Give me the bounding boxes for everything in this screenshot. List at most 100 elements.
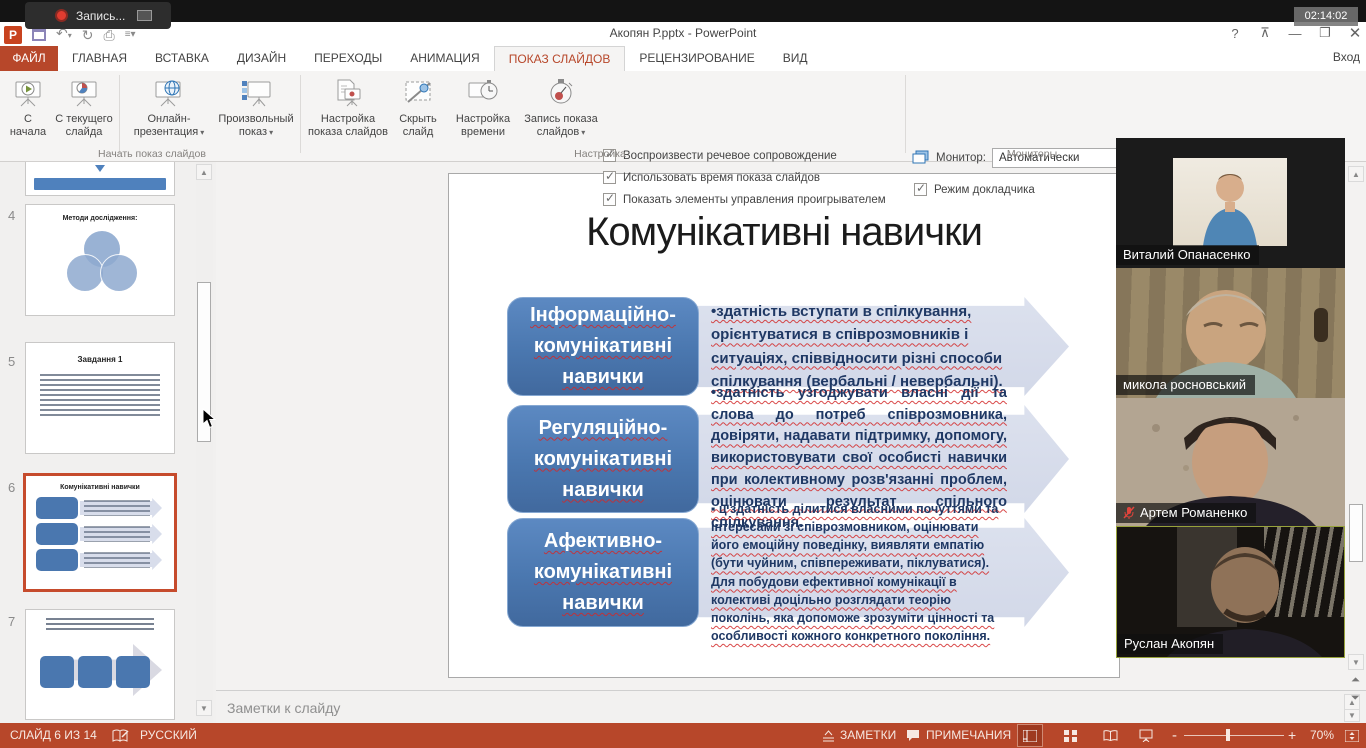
- thumbnail-slide-6-selected[interactable]: Комунікативні навички: [23, 473, 177, 592]
- record-dot-icon: [55, 9, 68, 22]
- smartart-box[interactable]: Афективно-комунікативні навички: [507, 518, 699, 627]
- stopwatch-record-icon: [545, 75, 577, 109]
- smartart-box[interactable]: Регуляційно-комунікативні навички: [507, 405, 699, 513]
- participant-tile[interactable]: Артем Романенко: [1116, 398, 1345, 526]
- custom-slideshow-button[interactable]: Произвольный показ: [214, 75, 298, 151]
- checkbox-play-narrations[interactable]: Воспроизвести речевое сопровождение: [603, 149, 837, 162]
- checkbox-icon: [914, 183, 927, 196]
- ribbon-options-icon[interactable]: ⊼: [1258, 25, 1272, 41]
- recording-indicator[interactable]: Запись...: [25, 2, 171, 29]
- box-label: Афективно-комунікативні навички: [518, 526, 688, 619]
- slide-counter[interactable]: СЛАЙД 6 ИЗ 14: [10, 723, 97, 748]
- participant-tile[interactable]: Виталий Опанасенко: [1116, 138, 1345, 268]
- slide-row-2: Регуляційно-комунікативні навички •здатн…: [507, 405, 1069, 513]
- page-monitor-icon: [332, 75, 364, 109]
- slide-thumbnail-panel: 4 Методи дослідження: 5 Завдання 1 6 Ком…: [0, 162, 216, 723]
- tab-view[interactable]: ВИД: [769, 46, 822, 71]
- comments-toggle-label[interactable]: ПРИМЕЧАНИЯ: [926, 723, 1011, 748]
- arrow-text[interactable]: •здатність узгоджувати власні дії та сло…: [711, 405, 1007, 513]
- participant-tile[interactable]: микола росновський: [1116, 268, 1345, 398]
- group-label-setup: Настройка: [574, 148, 626, 160]
- zoom-level[interactable]: 70%: [1310, 723, 1334, 748]
- box-label: Регуляційно-комунікативні навички: [518, 413, 688, 506]
- reading-view-button[interactable]: [1098, 725, 1122, 746]
- slide-row-1: Інформаційно-комунікативні навички •здат…: [507, 297, 1069, 396]
- language-indicator[interactable]: РУССКИЙ: [140, 723, 197, 748]
- window-controls: ? ⊼ — ❐ ✕: [1228, 24, 1362, 42]
- thumbnail-slide-5[interactable]: Завдання 1: [25, 342, 175, 454]
- spellcheck-icon[interactable]: [112, 723, 130, 748]
- box-label: Інформаційно-комунікативні навички: [518, 300, 688, 393]
- monitor-label: Монитор:: [936, 152, 986, 164]
- ribbon-separator: [905, 75, 906, 153]
- checkbox-use-timings[interactable]: Использовать время показа слайдов: [603, 171, 820, 184]
- comments-toggle[interactable]: [906, 723, 920, 748]
- rehearse-timings-button[interactable]: Настройка времени: [446, 75, 520, 151]
- thumbnail-number: 7: [8, 614, 15, 629]
- zoom-in-icon[interactable]: +: [1288, 723, 1296, 748]
- tab-transitions[interactable]: ПЕРЕХОДЫ: [300, 46, 396, 71]
- smartart-box[interactable]: Інформаційно-комунікативні навички: [507, 297, 699, 396]
- scroll-up-icon[interactable]: ▲: [196, 164, 212, 180]
- recording-label: Запись...: [76, 9, 125, 23]
- restore-icon[interactable]: ❐: [1318, 25, 1332, 41]
- thumbnail-number: 6: [8, 480, 15, 495]
- muted-mic-icon: [1123, 506, 1135, 520]
- thumbnail-title: Комунікативні навички: [26, 484, 174, 491]
- tab-insert[interactable]: ВСТАВКА: [141, 46, 223, 71]
- checkbox-presenter-view[interactable]: Режим докладчика: [914, 183, 1035, 196]
- hide-slide-button[interactable]: Скрыть слайд: [393, 75, 443, 151]
- slideshow-view-button[interactable]: [1134, 725, 1158, 746]
- meeting-timer: 02:14:02: [1294, 7, 1358, 26]
- editor-scrollbar[interactable]: ▲ ▼ ⏶ ⏷: [1348, 166, 1365, 723]
- participant-tile-active-speaker[interactable]: Руслан Акопян: [1116, 526, 1345, 658]
- tab-review[interactable]: РЕЦЕНЗИРОВАНИЕ: [625, 46, 768, 71]
- meeting-video-panel: Виталий Опанасенко микола росновський Ар…: [1116, 138, 1345, 658]
- close-icon[interactable]: ✕: [1348, 24, 1362, 42]
- scroll-down-icon[interactable]: ▼: [196, 700, 212, 716]
- arrow-text[interactable]: ▪ ц здатність ділитися власними почуттям…: [711, 518, 1007, 627]
- present-online-button[interactable]: Онлайн- презентация: [124, 75, 214, 151]
- thumbnail-scrollbar[interactable]: ▲ ▼: [196, 162, 213, 723]
- notes-pane[interactable]: Заметки к слайду ▲ ▼: [216, 690, 1366, 723]
- record-slideshow-button[interactable]: Запись показа слайдов: [521, 75, 601, 151]
- sign-in-link[interactable]: Вход: [1333, 50, 1360, 64]
- zoom-slider-track[interactable]: [1184, 735, 1284, 736]
- tab-file[interactable]: ФАЙЛ: [0, 46, 58, 71]
- thumbnail-number: 4: [8, 208, 15, 223]
- tab-home[interactable]: ГЛАВНАЯ: [58, 46, 141, 71]
- from-beginning-button[interactable]: С начала: [6, 75, 50, 151]
- minimize-icon[interactable]: —: [1288, 26, 1302, 41]
- participant-name: Виталий Опанасенко: [1116, 245, 1259, 265]
- scroll-down-icon[interactable]: ▼: [1348, 654, 1364, 670]
- slide-canvas[interactable]: Комунікативні навички Інформаційно-комун…: [448, 173, 1120, 678]
- help-icon[interactable]: ?: [1228, 26, 1242, 41]
- ribbon-separator: [300, 75, 301, 153]
- save-icon[interactable]: [32, 28, 46, 41]
- checkbox-show-media-controls[interactable]: Показать элементы управления проигрывате…: [603, 193, 886, 206]
- notes-toggle-label[interactable]: ЗАМЕТКИ: [840, 723, 896, 748]
- next-slide-icon[interactable]: ⏷: [1351, 692, 1360, 705]
- group-label-start: Начать показ слайдов: [98, 148, 206, 160]
- zoom-slider-thumb[interactable]: [1226, 729, 1230, 741]
- scroll-up-icon[interactable]: ▲: [1348, 166, 1364, 182]
- tab-animations[interactable]: АНИМАЦИЯ: [396, 46, 493, 71]
- scrollbar-thumb[interactable]: [1349, 504, 1363, 562]
- thumbnail-slide-4[interactable]: Методи дослідження:: [25, 204, 175, 316]
- recording-window-icon[interactable]: [137, 10, 152, 21]
- normal-view-button[interactable]: [1018, 725, 1042, 746]
- arrow-text[interactable]: •здатність вступати в спілкування, орієн…: [711, 297, 1007, 396]
- zoom-out-icon[interactable]: -: [1172, 723, 1177, 748]
- thumbnail-slide-3-partial[interactable]: [25, 162, 175, 196]
- ribbon-separator: [119, 75, 120, 153]
- fit-slide-to-window-icon[interactable]: [1340, 725, 1364, 746]
- tab-design[interactable]: ДИЗАЙН: [223, 46, 300, 71]
- from-current-slide-button[interactable]: С текущего слайда: [50, 75, 118, 151]
- monitor-clock-icon: [466, 75, 500, 109]
- setup-slideshow-button[interactable]: Настройка показа слайдов: [305, 75, 391, 151]
- slide-sorter-view-button[interactable]: [1058, 725, 1082, 746]
- previous-slide-icon[interactable]: ⏶: [1351, 674, 1360, 687]
- thumbnail-slide-7[interactable]: [25, 609, 175, 720]
- tab-slideshow[interactable]: ПОКАЗ СЛАЙДОВ: [494, 46, 626, 71]
- notes-toggle[interactable]: [822, 723, 835, 748]
